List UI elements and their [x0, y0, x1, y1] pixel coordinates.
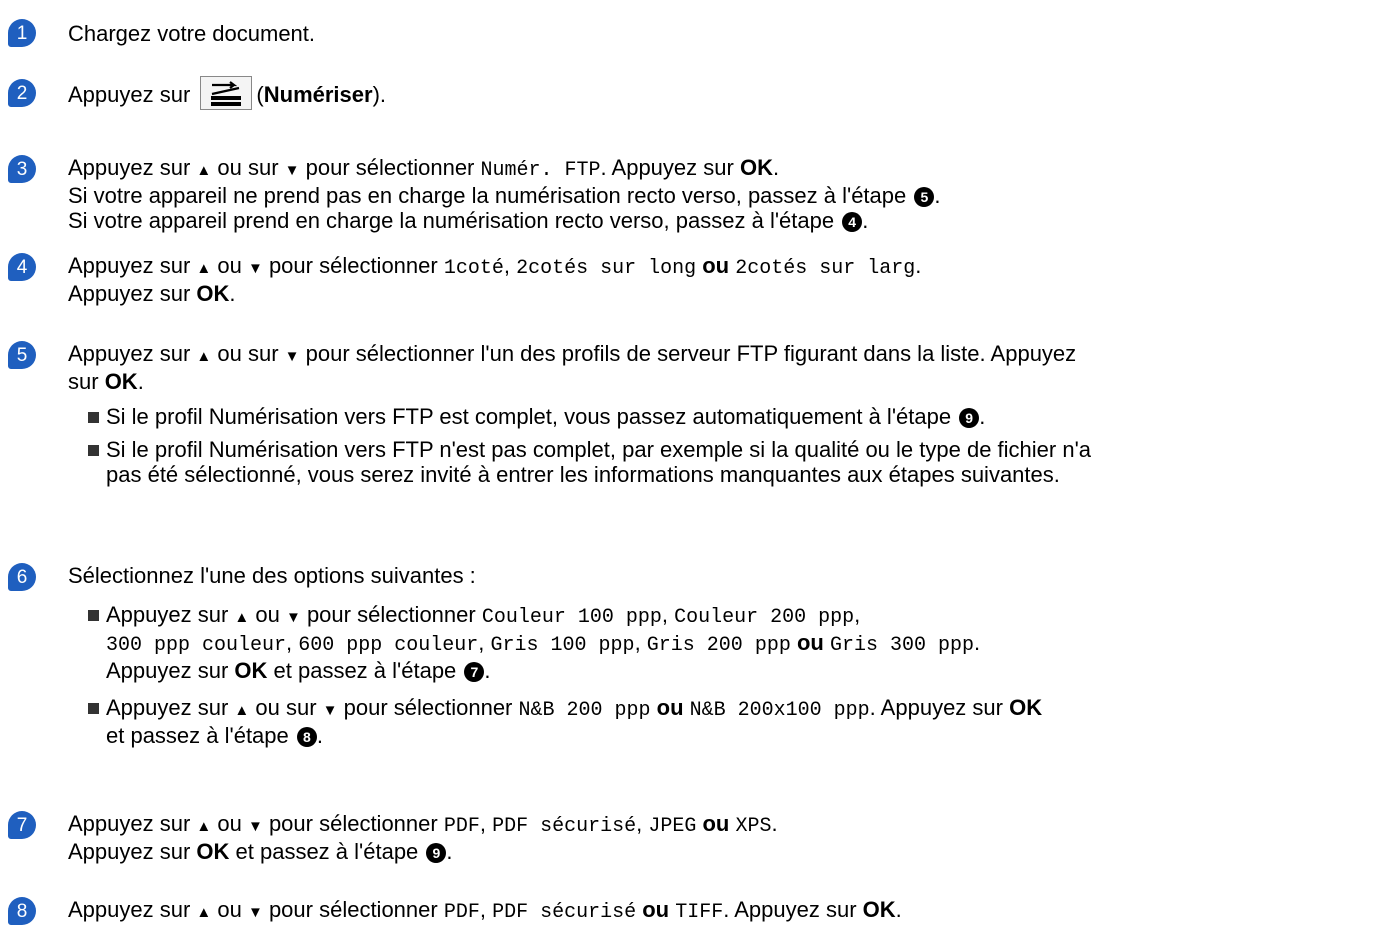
up-arrow-icon: ▲	[234, 702, 250, 719]
list-item: Appuyez sur ▲ ou sur ▼ pour sélectionner…	[68, 695, 1390, 748]
step-number-badge: 5	[8, 341, 36, 369]
step-number-badge: 3	[8, 155, 36, 183]
square-bullet-icon	[88, 445, 99, 456]
up-arrow-icon: ▲	[196, 348, 212, 365]
down-arrow-icon: ▼	[247, 260, 263, 277]
down-arrow-icon: ▼	[247, 904, 263, 921]
list-item: Si le profil Numérisation vers FTP est c…	[68, 404, 1390, 429]
step-number-badge: 8	[8, 897, 36, 925]
step-number-badge: 2	[8, 79, 36, 107]
square-bullet-icon	[88, 703, 99, 714]
down-arrow-icon: ▼	[285, 609, 301, 626]
list-item: Appuyez sur ▲ ou ▼ pour sélectionner Cou…	[68, 602, 1390, 683]
list-item: Si le profil Numérisation vers FTP n'est…	[68, 437, 1390, 487]
square-bullet-icon	[88, 412, 99, 423]
up-arrow-icon: ▲	[196, 260, 212, 277]
step-number-badge: 4	[8, 253, 36, 281]
step-ref-badge: 4	[842, 212, 863, 232]
up-arrow-icon: ▲	[196, 818, 212, 835]
step-ref-badge: 8	[296, 727, 317, 747]
up-arrow-icon: ▲	[196, 904, 212, 921]
up-arrow-icon: ▲	[234, 609, 250, 626]
step-ref-badge: 7	[464, 662, 485, 682]
step-text: Chargez votre document.	[68, 21, 316, 46]
up-arrow-icon: ▲	[196, 162, 212, 179]
step-number-badge: 1	[8, 19, 36, 47]
scan-icon	[211, 81, 242, 106]
down-arrow-icon: ▼	[284, 348, 300, 365]
square-bullet-icon	[88, 610, 99, 621]
step-number-badge: 6	[8, 563, 36, 591]
step-ref-badge: 9	[959, 408, 980, 428]
down-arrow-icon: ▼	[284, 162, 300, 179]
step-number-badge: 7	[8, 811, 36, 839]
scan-button	[200, 76, 253, 110]
step-ref-badge: 5	[914, 187, 935, 207]
down-arrow-icon: ▼	[322, 702, 338, 719]
step-ref-badge: 9	[426, 843, 447, 863]
down-arrow-icon: ▼	[247, 818, 263, 835]
